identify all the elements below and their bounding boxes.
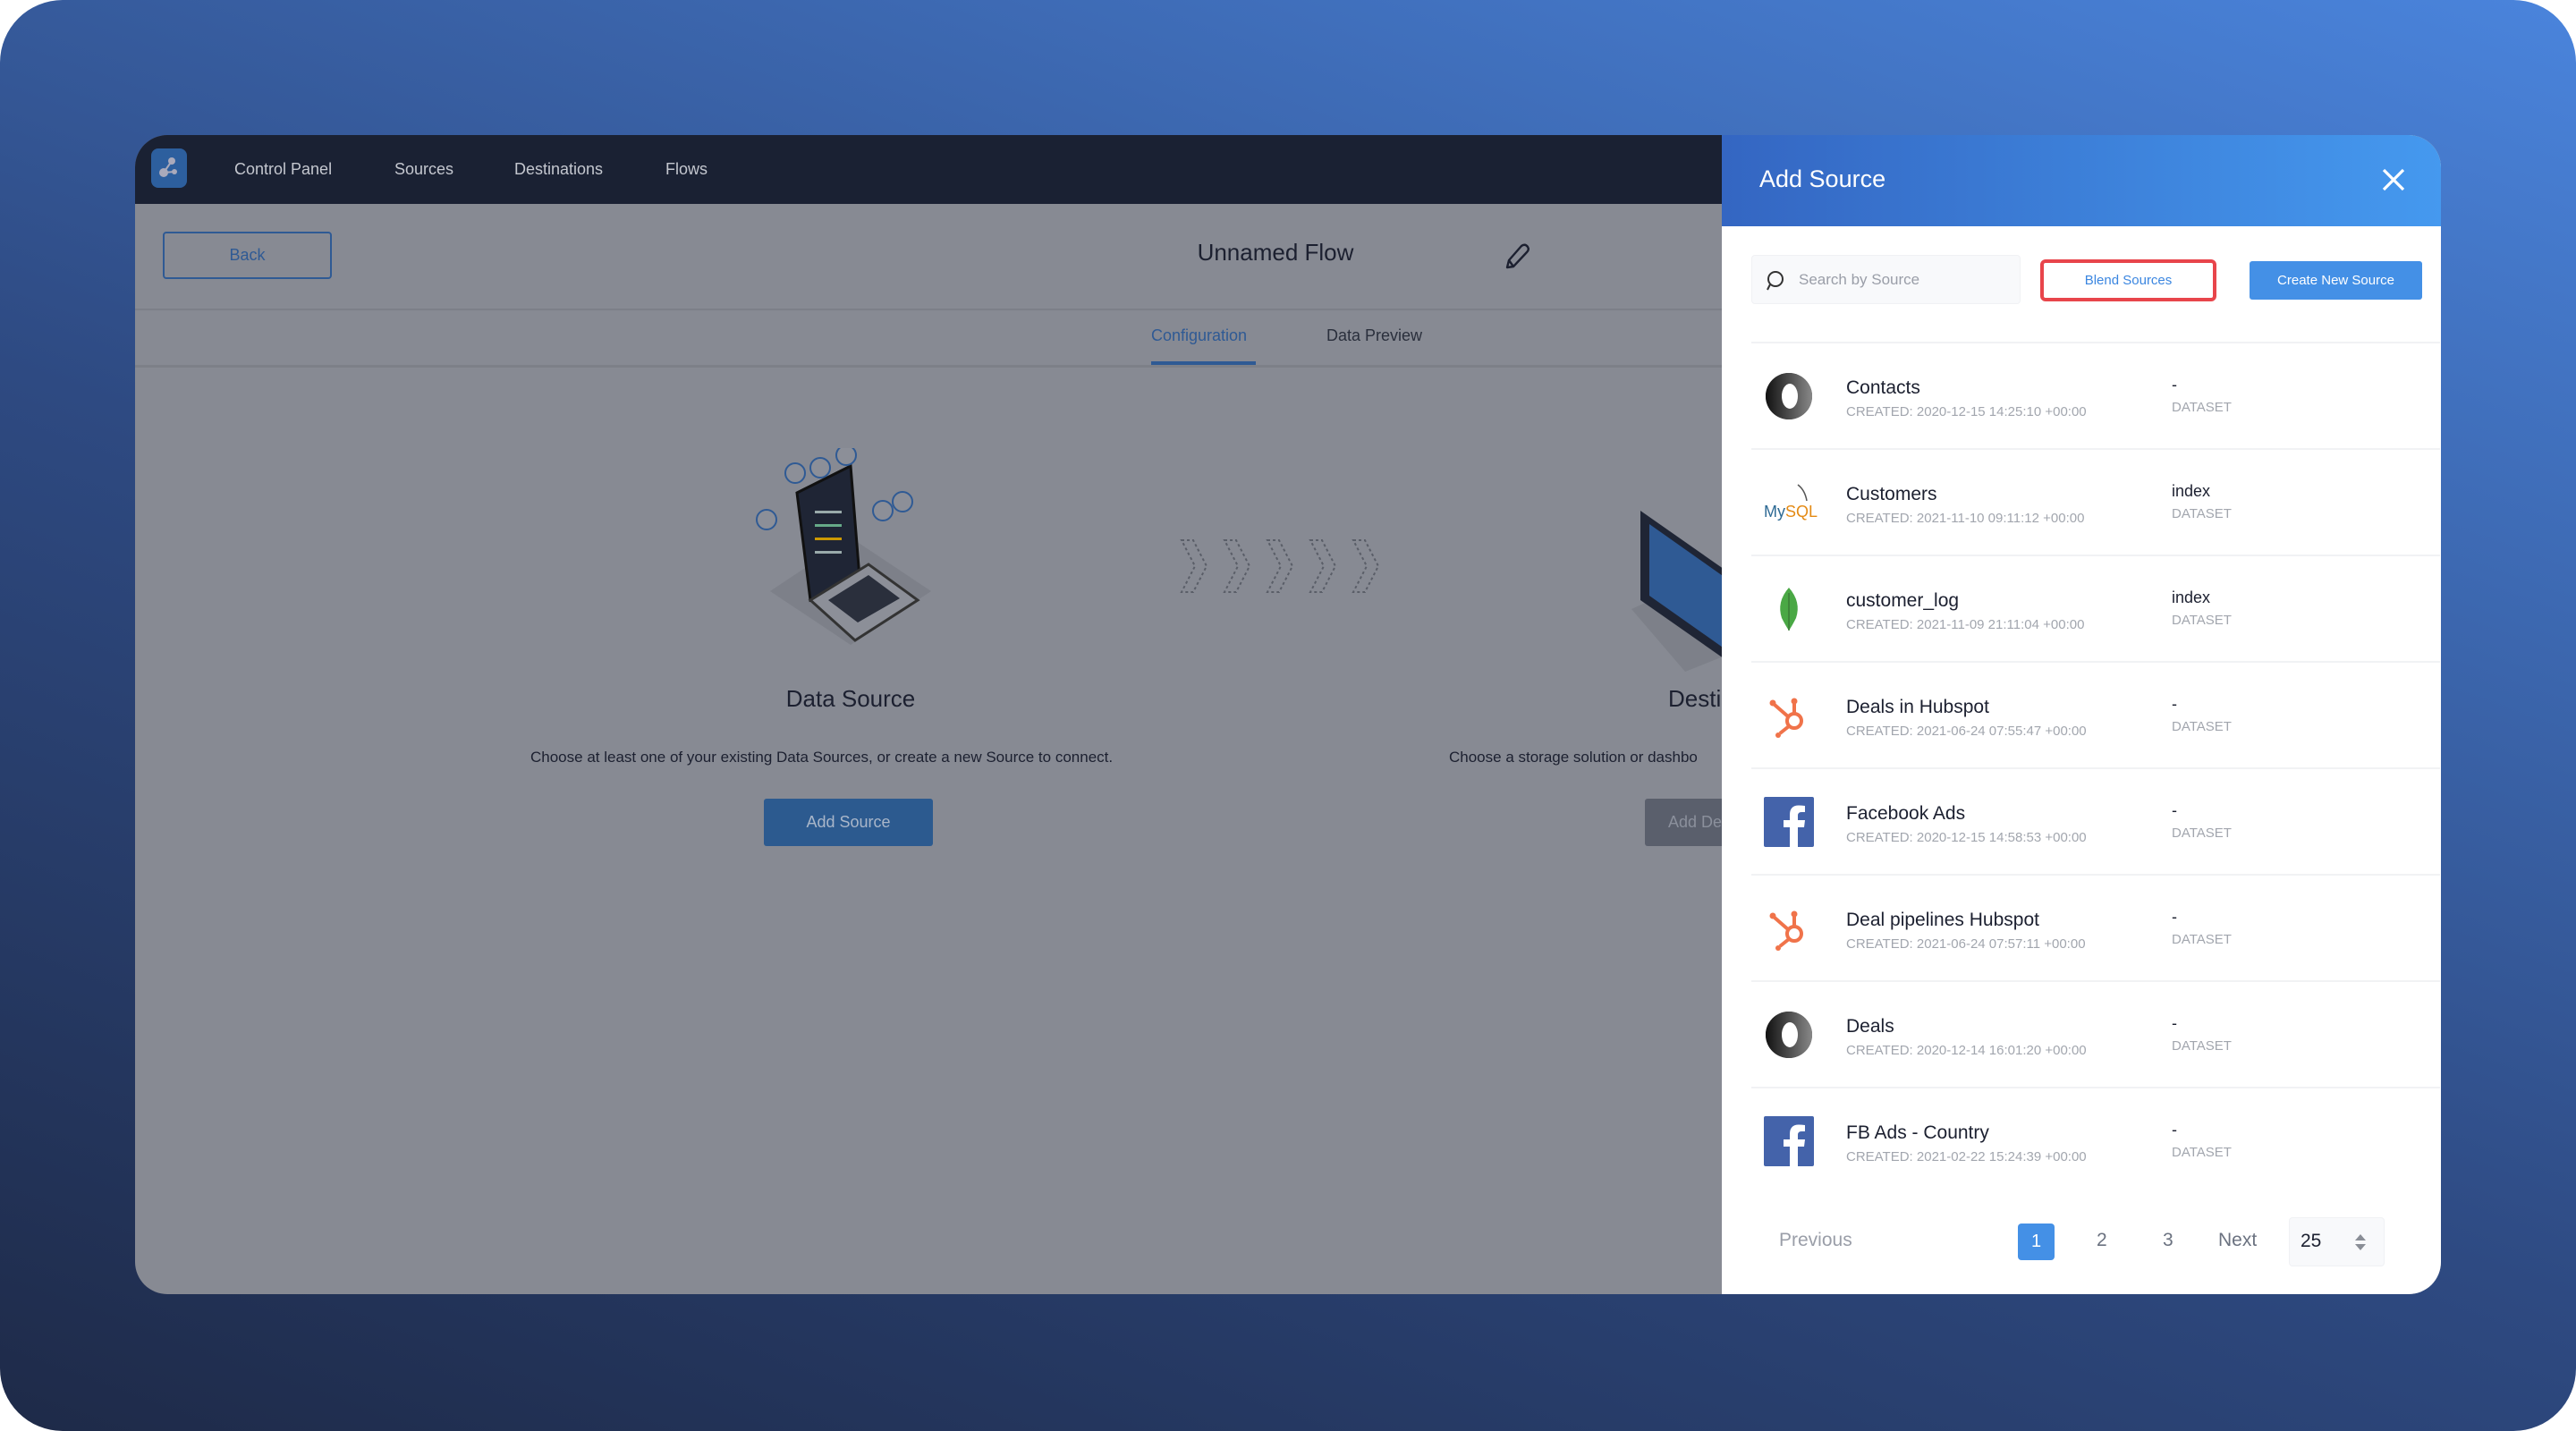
- create-new-source-button[interactable]: Create New Source: [2250, 261, 2422, 300]
- panel-header: Add Source: [1722, 135, 2441, 226]
- nav-control-panel[interactable]: Control Panel: [234, 135, 332, 204]
- pagination-page-1[interactable]: 1: [2018, 1224, 2055, 1260]
- blend-sources-button[interactable]: Blend Sources: [2040, 259, 2216, 301]
- search-icon: [1767, 271, 1784, 291]
- source-type: DATASET: [2172, 1145, 2232, 1160]
- json-icon: [1764, 371, 1814, 421]
- panel-title: Add Source: [1759, 165, 1886, 192]
- source-name: Deals: [1846, 1016, 1894, 1037]
- source-tag: -: [2172, 801, 2177, 819]
- source-list-item[interactable]: Deals CREATED: 2020-12-14 16:01:20 +00:0…: [1751, 980, 2440, 1087]
- source-list-item[interactable]: customer_log CREATED: 2021-11-09 21:11:0…: [1751, 555, 2440, 661]
- source-created: CREATED: 2021-11-10 09:11:12 +00:00: [1846, 511, 2085, 526]
- hubspot-icon: [1764, 903, 1814, 953]
- source-type: DATASET: [2172, 400, 2232, 415]
- app-window: Control Panel Sources Destinations Flows…: [135, 135, 2441, 1294]
- pagination-page-2[interactable]: 2: [2097, 1230, 2107, 1251]
- source-type: DATASET: [2172, 932, 2232, 947]
- logo-icon[interactable]: [151, 148, 187, 188]
- source-list-item[interactable]: Contacts CREATED: 2020-12-15 14:25:10 +0…: [1751, 342, 2440, 448]
- source-name: Facebook Ads: [1846, 803, 1966, 824]
- source-created: CREATED: 2020-12-15 14:58:53 +00:00: [1846, 830, 2087, 845]
- source-list-item[interactable]: FB Ads - Country CREATED: 2021-02-22 15:…: [1751, 1087, 2440, 1193]
- source-tag: index: [2172, 588, 2211, 606]
- facebook-icon: [1764, 797, 1814, 847]
- source-tag: index: [2172, 482, 2211, 500]
- svg-text:MySQL: MySQL: [1764, 503, 1818, 521]
- nav-destinations[interactable]: Destinations: [514, 135, 603, 204]
- sort-arrows-icon: [2355, 1234, 2366, 1250]
- source-type: DATASET: [2172, 506, 2232, 521]
- source-name: Deal pipelines Hubspot: [1846, 910, 2039, 930]
- edit-pencil-icon[interactable]: [1500, 241, 1532, 277]
- add-source-panel: Add Source Blend Sources Create New Sour…: [1722, 135, 2441, 1294]
- tab-configuration[interactable]: Configuration: [1151, 326, 1247, 345]
- destination-illustration: [1631, 511, 1730, 672]
- facebook-icon: [1764, 1116, 1814, 1166]
- source-list-item[interactable]: Deals in Hubspot CREATED: 2021-06-24 07:…: [1751, 661, 2440, 767]
- source-created: CREATED: 2021-06-24 07:55:47 +00:00: [1846, 724, 2087, 739]
- pagination-page-3[interactable]: 3: [2163, 1230, 2174, 1251]
- source-name: Contacts: [1846, 377, 1920, 398]
- source-type: DATASET: [2172, 826, 2232, 841]
- source-created: CREATED: 2021-06-24 07:57:11 +00:00: [1846, 936, 2086, 952]
- destination-title: Desti: [1668, 685, 1722, 712]
- source-tag: -: [2172, 1014, 2177, 1032]
- source-name: customer_log: [1846, 590, 1960, 611]
- source-created: CREATED: 2021-11-09 21:11:04 +00:00: [1846, 617, 2085, 632]
- source-name: Deals in Hubspot: [1846, 697, 1989, 717]
- close-icon[interactable]: [2379, 165, 2408, 194]
- mysql-icon: MySQL: [1764, 478, 1818, 528]
- flow-arrows-icon: [1180, 539, 1380, 593]
- data-source-title: Data Source: [785, 685, 916, 712]
- source-list-item[interactable]: MySQL Customers CREATED: 2021-11-10 09:1…: [1751, 448, 2440, 555]
- source-type: DATASET: [2172, 719, 2232, 734]
- source-type: DATASET: [2172, 613, 2232, 628]
- source-created: CREATED: 2020-12-14 16:01:20 +00:00: [1846, 1043, 2087, 1058]
- data-source-description: Choose at least one of your existing Dat…: [530, 749, 1114, 766]
- back-button[interactable]: Back: [163, 232, 332, 279]
- page-size-select[interactable]: 25: [2289, 1217, 2385, 1266]
- data-source-illustration: [756, 448, 931, 645]
- flow-title: Unnamed Flow: [1197, 239, 1354, 266]
- tab-data-preview[interactable]: Data Preview: [1326, 326, 1422, 345]
- source-name: FB Ads - Country: [1846, 1122, 1989, 1143]
- add-source-button[interactable]: Add Source: [764, 799, 933, 846]
- nav-flows[interactable]: Flows: [665, 135, 708, 204]
- source-list-item[interactable]: Deal pipelines Hubspot CREATED: 2021-06-…: [1751, 874, 2440, 980]
- json-icon: [1764, 1010, 1814, 1060]
- search-input[interactable]: [1799, 256, 2013, 303]
- source-list: Contacts CREATED: 2020-12-15 14:25:10 +0…: [1751, 342, 2440, 1193]
- source-created: CREATED: 2021-02-22 15:24:39 +00:00: [1846, 1149, 2087, 1164]
- source-created: CREATED: 2020-12-15 14:25:10 +00:00: [1846, 404, 2087, 419]
- source-type: DATASET: [2172, 1038, 2232, 1054]
- hubspot-icon: [1764, 690, 1814, 741]
- nav-sources[interactable]: Sources: [394, 135, 453, 204]
- source-tag: -: [2172, 1121, 2177, 1139]
- source-name: Customers: [1846, 484, 1937, 504]
- pagination-next[interactable]: Next: [2218, 1230, 2257, 1251]
- source-tag: -: [2172, 376, 2177, 394]
- destination-description: Choose a storage solution or dashbo: [1449, 749, 1698, 766]
- page-size-value: 25: [2301, 1231, 2322, 1251]
- source-tag: -: [2172, 695, 2177, 713]
- mongodb-icon: [1764, 584, 1814, 634]
- search-box: [1751, 255, 2021, 304]
- pagination-previous[interactable]: Previous: [1779, 1230, 1852, 1251]
- source-tag: -: [2172, 908, 2177, 926]
- source-list-item[interactable]: Facebook Ads CREATED: 2020-12-15 14:58:5…: [1751, 767, 2440, 874]
